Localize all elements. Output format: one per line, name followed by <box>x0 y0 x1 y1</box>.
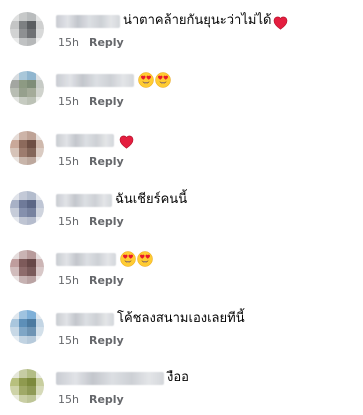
avatar[interactable] <box>10 12 44 46</box>
comment-list: น่าตาคล้ายกันยุนะว่าไม่ได้ 15h Reply 15h Rep… <box>0 0 363 412</box>
comment-bubble <box>56 130 134 150</box>
heart-eyes-icon <box>138 72 154 88</box>
comment-bubble <box>56 249 153 269</box>
comment-text: น่าตาคล้ายกันยุนะว่าไม่ได้ <box>123 13 272 28</box>
avatar[interactable] <box>10 310 44 344</box>
commenter-name-blurred[interactable] <box>56 252 116 266</box>
comment-timestamp[interactable]: 15h <box>58 334 79 347</box>
comment-meta: 15h Reply <box>58 93 124 109</box>
comment-bubble: งืออ <box>56 368 189 388</box>
commenter-name-blurred[interactable] <box>56 14 120 28</box>
comment-timestamp[interactable]: 15h <box>58 393 79 406</box>
reply-button[interactable]: Reply <box>89 36 124 49</box>
comment-bubble: โค้ชลงสนามเองเลยทีนี้ <box>56 309 245 329</box>
commenter-name-blurred[interactable] <box>56 312 114 326</box>
comment-bubble: ฉันเชียร์คนนี้ <box>56 190 187 210</box>
comment-item: 15h Reply <box>0 119 363 177</box>
heart-icon <box>273 15 288 29</box>
comment-item: โค้ชลงสนามเองเลยทีนี้ 15h Reply <box>0 298 363 356</box>
reply-button[interactable]: Reply <box>89 155 124 168</box>
comment-timestamp[interactable]: 15h <box>58 215 79 228</box>
avatar[interactable] <box>10 71 44 105</box>
avatar[interactable] <box>10 369 44 403</box>
heart-icon <box>119 134 134 148</box>
reply-button[interactable]: Reply <box>89 274 124 287</box>
comment-text: โค้ชลงสนามเองเลยทีนี้ <box>117 311 245 326</box>
heart-eyes-icon <box>137 251 153 267</box>
commenter-name-blurred[interactable] <box>56 73 134 87</box>
comment-meta: 15h Reply <box>58 213 124 229</box>
avatar[interactable] <box>10 250 44 284</box>
comment-bubble <box>56 70 171 90</box>
comment-text: ฉันเชียร์คนนี้ <box>115 192 188 207</box>
heart-eyes-icon <box>155 72 171 88</box>
commenter-name-blurred[interactable] <box>56 193 112 207</box>
comment-item: 15h Reply <box>0 238 363 296</box>
comment-timestamp[interactable]: 15h <box>58 274 79 287</box>
reply-button[interactable]: Reply <box>89 393 124 406</box>
comment-timestamp[interactable]: 15h <box>58 95 79 108</box>
comment-timestamp[interactable]: 15h <box>58 155 79 168</box>
reply-button[interactable]: Reply <box>89 215 124 228</box>
comment-meta: 15h Reply <box>58 34 124 50</box>
commenter-name-blurred[interactable] <box>56 133 114 147</box>
comment-item: ฉันเชียร์คนนี้ 15h Reply <box>0 179 363 237</box>
comment-meta: 15h Reply <box>58 272 124 288</box>
comment-meta: 15h Reply <box>58 153 124 169</box>
comment-meta: 15h Reply <box>58 391 124 407</box>
comment-item: งืออ 15h Reply <box>0 357 363 415</box>
commenter-name-blurred[interactable] <box>56 371 164 385</box>
comment-meta: 15h Reply <box>58 332 124 348</box>
reply-button[interactable]: Reply <box>89 95 124 108</box>
comment-timestamp[interactable]: 15h <box>58 36 79 49</box>
reply-button[interactable]: Reply <box>89 334 124 347</box>
comment-text: งืออ <box>167 370 189 385</box>
comment-bubble: น่าตาคล้ายกันยุนะว่าไม่ได้ <box>56 11 288 31</box>
heart-eyes-icon <box>120 251 136 267</box>
avatar[interactable] <box>10 131 44 165</box>
comment-item: 15h Reply <box>0 59 363 117</box>
avatar[interactable] <box>10 191 44 225</box>
comment-item: น่าตาคล้ายกันยุนะว่าไม่ได้ 15h Reply <box>0 0 363 58</box>
